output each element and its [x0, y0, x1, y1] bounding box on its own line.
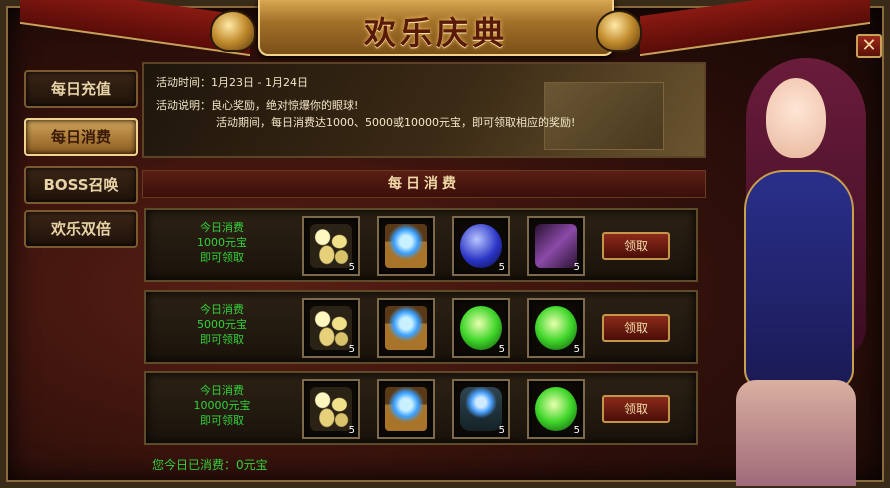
item-count: 5	[573, 262, 580, 273]
gold-pouch-icon	[596, 10, 642, 52]
tab-daily-recharge[interactable]: 每日充值	[24, 70, 138, 108]
condition-amount: 5000元宝	[197, 318, 247, 331]
reward-item-slot[interactable]: 5	[302, 379, 360, 439]
blue-orb-icon	[460, 224, 502, 268]
claim-button[interactable]: 领取	[602, 232, 670, 260]
condition-amount: 1000元宝	[197, 236, 247, 249]
reward-item-slot[interactable]: 5	[527, 298, 585, 358]
event-description: 活动说明：良心奖励，绝对惊爆你的眼球!	[156, 99, 359, 112]
condition-line: 即可领取	[200, 251, 244, 264]
purple-relic-icon	[535, 224, 577, 268]
reward-item-slot[interactable]: 5	[527, 379, 585, 439]
condition-line: 今日消费	[200, 221, 244, 234]
reward-item-slot[interactable]: 5	[452, 379, 510, 439]
reward-item-slot[interactable]: 5	[302, 298, 360, 358]
section-title: 每日消费	[142, 170, 706, 198]
title-banner: 欢乐庆典	[258, 0, 614, 56]
item-count: 5	[348, 344, 355, 355]
reward-row: 今日消费 5000元宝 即可领取 5 5 5 领取	[144, 290, 698, 364]
treasure-chest-icon	[385, 387, 427, 431]
green-orb-icon	[535, 387, 577, 431]
item-count: 5	[348, 425, 355, 436]
tab-happy-double[interactable]: 欢乐双倍	[24, 210, 138, 248]
item-count: 5	[498, 425, 505, 436]
gold-ingots-icon	[310, 306, 352, 350]
reward-item-slot[interactable]: 5	[452, 216, 510, 276]
window-title: 欢乐庆典	[363, 14, 508, 52]
condition-line: 即可领取	[200, 414, 244, 427]
reward-item-slot[interactable]	[377, 379, 435, 439]
gold-pouch-icon	[210, 10, 256, 52]
treasure-chest-icon	[385, 306, 427, 350]
reward-item-slot[interactable]	[377, 298, 435, 358]
character-legs	[736, 380, 856, 486]
gold-ingots-icon	[310, 387, 352, 431]
reward-condition: 今日消费 1000元宝 即可领取	[152, 220, 292, 265]
condition-line: 即可领取	[200, 333, 244, 346]
event-info-panel: 活动时间：1月23日 - 1月24日 活动说明：良心奖励，绝对惊爆你的眼球! 活…	[142, 62, 706, 158]
reward-item-slot[interactable]	[377, 216, 435, 276]
item-count: 5	[573, 425, 580, 436]
item-count: 5	[573, 344, 580, 355]
reward-row: 今日消费 1000元宝 即可领取 5 5 5 领取	[144, 208, 698, 282]
armor-icon	[460, 387, 502, 431]
item-count: 5	[498, 344, 505, 355]
reward-condition: 今日消费 10000元宝 即可领取	[152, 383, 292, 428]
item-count: 5	[348, 262, 355, 273]
reward-item-slot[interactable]: 5	[527, 216, 585, 276]
character-face	[766, 78, 826, 158]
event-time: 活动时间：1月23日 - 1月24日	[156, 76, 308, 89]
reward-item-slot[interactable]: 5	[452, 298, 510, 358]
condition-amount: 10000元宝	[193, 399, 251, 412]
reward-row: 今日消费 10000元宝 即可领取 5 5 5 领取	[144, 371, 698, 445]
consumed-total: 您今日已消费：0元宝	[152, 458, 268, 472]
tab-daily-consume[interactable]: 每日消费	[24, 118, 138, 156]
event-description-detail: 活动期间，每日消费达1000、5000或10000元宝，即可领取相应的奖励!	[216, 116, 576, 129]
green-orb-icon	[460, 306, 502, 350]
item-count: 5	[498, 262, 505, 273]
treasure-chest-icon	[385, 224, 427, 268]
character-body	[744, 170, 854, 390]
reward-condition: 今日消费 5000元宝 即可领取	[152, 302, 292, 347]
claim-button[interactable]: 领取	[602, 314, 670, 342]
reward-item-slot[interactable]: 5	[302, 216, 360, 276]
tab-boss-summon[interactable]: BOSS召唤	[24, 166, 138, 204]
claim-button[interactable]: 领取	[602, 395, 670, 423]
condition-line: 今日消费	[200, 303, 244, 316]
green-orb-icon	[535, 306, 577, 350]
condition-line: 今日消费	[200, 384, 244, 397]
gold-ingots-icon	[310, 224, 352, 268]
character-portrait	[706, 50, 888, 486]
